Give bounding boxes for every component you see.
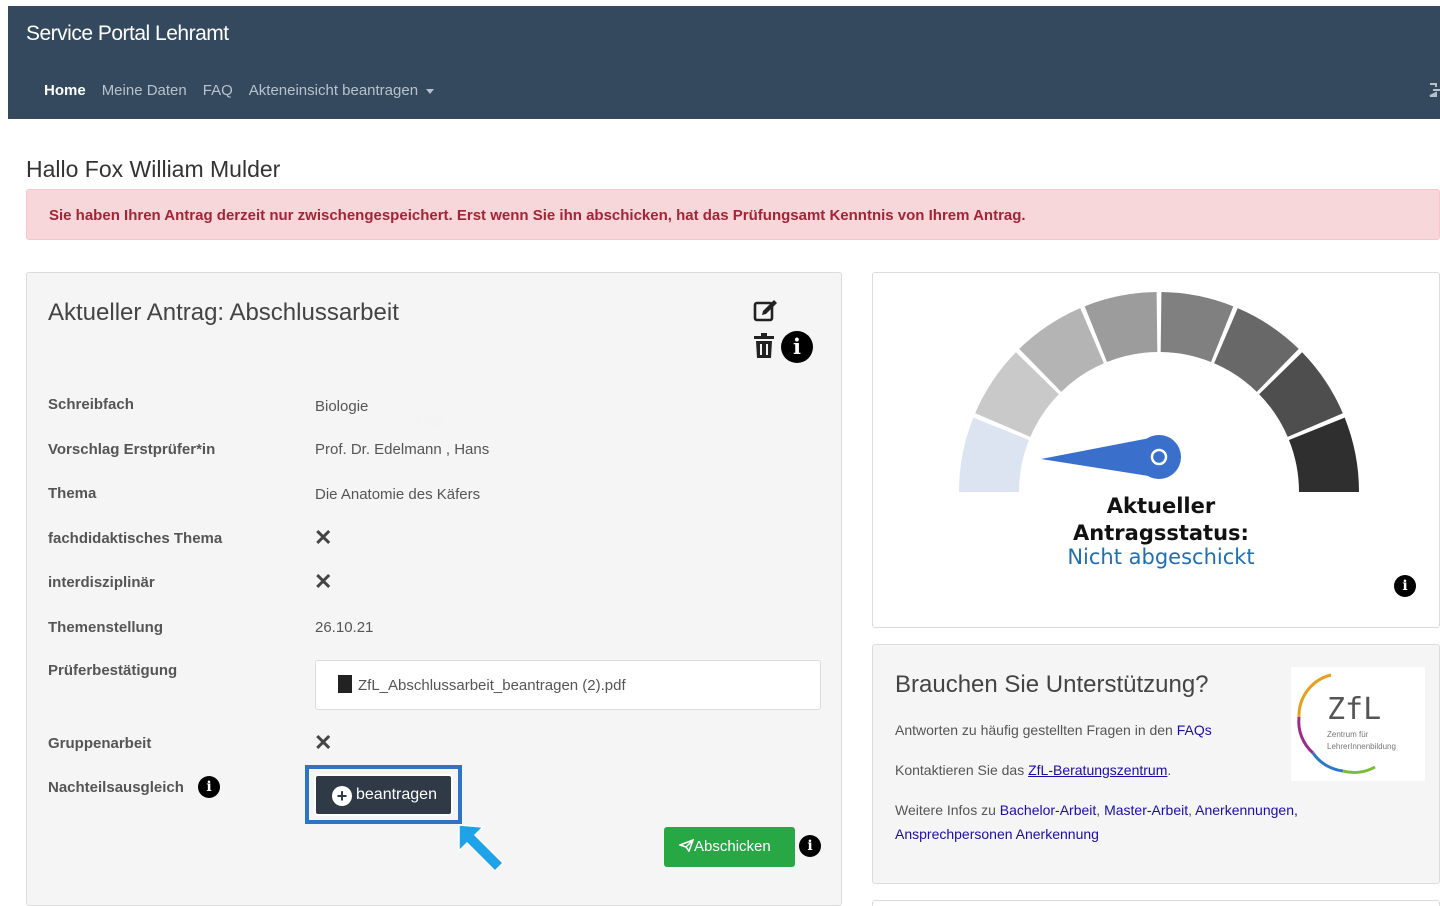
chevron-down-icon (426, 88, 435, 94)
gauge-needle (1041, 435, 1181, 479)
help-more-line: Weitere Infos zu Bachelor-Arbeit, Master… (895, 802, 1298, 842)
status-title-line2: Antragsstatus: (1073, 521, 1249, 545)
ansprechpersonen-link[interactable]: Ansprechpersonen Anerkennung (895, 826, 1099, 842)
nav-item-meine-daten[interactable]: Meine Daten (102, 82, 187, 99)
status-title-line1: Aktueller (1106, 494, 1216, 518)
info-icon[interactable]: i (198, 776, 220, 798)
help-panel: Brauchen Sie Unterstützung? Antworten zu… (872, 644, 1440, 884)
info-icon[interactable]: i (781, 331, 813, 363)
submit-button[interactable]: Abschicken (664, 827, 795, 867)
field-value-themenstellung: 26.10.21 (315, 619, 374, 636)
status-panel: Aktueller Antragsstatus: Nicht abgeschic… (872, 272, 1440, 628)
help-contact-text: Kontaktieren Sie das (895, 762, 1025, 778)
svg-text:LehrerInnenbildung: LehrerInnenbildung (1327, 742, 1396, 751)
file-attachment[interactable]: ZfL_Abschlussarbeit_beantragen (2).pdf (315, 660, 821, 710)
field-label-nachteilsausgleich: Nachteilsausgleich (48, 779, 184, 796)
close-icon: ✕ (314, 730, 333, 755)
field-label-themenstellung: Themenstellung (48, 619, 164, 636)
application-panel: Aktueller Antrag: Abschlussarbeit i FAQ … (26, 272, 842, 906)
draft-alert: Sie haben Ihren Antrag derzeit nur zwisc… (26, 189, 1440, 240)
svg-text:ZfL: ZfL (1327, 692, 1381, 727)
field-label-schreibfach: Schreibfach (48, 396, 134, 413)
close-icon: ✕ (314, 569, 333, 594)
send-icon (677, 838, 695, 853)
pointer-arrow-icon (458, 824, 505, 873)
beantragen-button[interactable]: + beantragen (314, 774, 453, 816)
navbar: Service Portal Lehramt Home Meine Daten … (8, 6, 1440, 119)
svg-text:Zentrum für: Zentrum für (1327, 730, 1369, 739)
info-icon[interactable]: i (799, 835, 821, 857)
next-panel-edge (872, 900, 1440, 906)
info-icon[interactable]: i (1394, 575, 1416, 597)
faq-link[interactable]: FAQs (1177, 722, 1212, 738)
help-contact-line: Kontaktieren Sie das ZfL-Beratungszentru… (895, 758, 1171, 782)
field-value-erstpruefer: Prof. Dr. Edelmann , Hans (315, 441, 490, 458)
field-label-gruppenarbeit: Gruppenarbeit (48, 735, 152, 752)
edit-icon[interactable] (753, 298, 779, 324)
close-icon: ✕ (314, 525, 333, 550)
help-more-text: Weitere Infos zu (895, 802, 996, 818)
submit-label: Abschicken (694, 838, 771, 855)
field-value-thema: Die Anatomie des Käfers (315, 486, 481, 503)
field-label-interdisziplinaer: interdisziplinär (48, 574, 155, 591)
pdf-file-icon (338, 675, 352, 693)
page-greeting: Hallo Fox William Mulder (26, 156, 281, 182)
brand-title[interactable]: Service Portal Lehramt (26, 22, 229, 46)
nav-item-faq[interactable]: FAQ (203, 82, 233, 99)
field-label-prueferbestaetigung: Prüferbestätigung (48, 662, 178, 679)
help-faq-line: Antworten zu häufig gestellten Fragen in… (895, 718, 1212, 742)
field-label-erstpruefer: Vorschlag Erstprüfer*in (48, 441, 216, 458)
logout-icon[interactable] (1428, 82, 1440, 98)
help-title: Brauchen Sie Unterstützung? (895, 671, 1209, 698)
zfl-logo: ZfL Zentrum für LehrerInnenbildung (1291, 667, 1425, 781)
status-gauge (959, 292, 1359, 492)
help-faq-text: Antworten zu häufig gestellten Fragen in… (895, 722, 1173, 738)
field-label-fachdidaktik: fachdidaktisches Thema (48, 530, 223, 547)
master-link[interactable]: Master-Arbeit (1104, 802, 1188, 818)
file-name[interactable]: ZfL_Abschlussarbeit_beantragen (2).pdf (358, 677, 626, 694)
nav-item-akteneinsicht[interactable]: Akteneinsicht beantragen (248, 82, 435, 99)
faq-ghost-text: FAQ (415, 413, 444, 429)
beratungszentrum-link[interactable]: ZfL-Beratungszentrum (1028, 762, 1167, 778)
field-value-schreibfach: Biologie (315, 398, 369, 415)
anerkennungen-link[interactable]: Anerkennungen, (1195, 802, 1298, 818)
help-contact-end: . (1167, 762, 1172, 778)
plus-circle-icon: + (332, 786, 352, 806)
nav-item-akteneinsicht-label: Akteneinsicht beantragen (248, 82, 419, 99)
main-nav: Home Meine Daten FAQ Akteneinsicht beant… (44, 82, 450, 99)
nav-item-home[interactable]: Home (44, 82, 86, 99)
status-value: Nicht abgeschickt (1067, 545, 1255, 569)
bachelor-link[interactable]: Bachelor-Arbeit (1000, 802, 1097, 818)
application-title: Aktueller Antrag: Abschlussarbeit (48, 299, 399, 326)
status-title: Aktueller Antragsstatus: (873, 493, 1440, 547)
field-label-thema: Thema (48, 485, 97, 502)
beantragen-label: beantragen (356, 786, 437, 803)
trash-icon[interactable] (753, 333, 775, 359)
